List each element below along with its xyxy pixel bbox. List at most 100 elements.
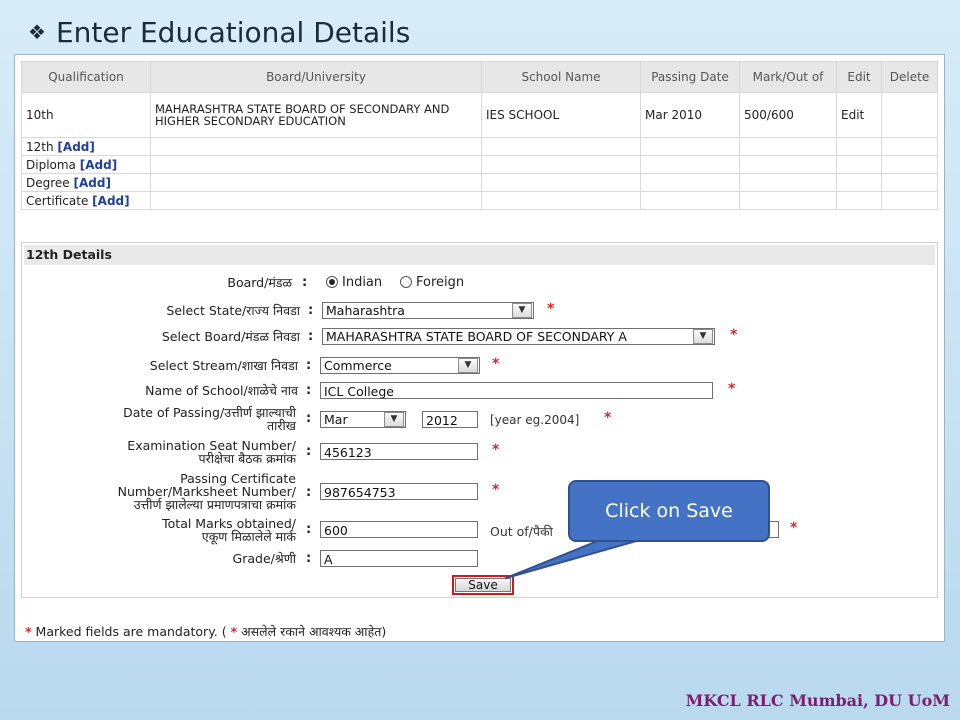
save-highlight: Save	[452, 575, 514, 595]
row-label: Degree	[26, 175, 70, 190]
slide-title: ❖ Enter Educational Details	[28, 14, 410, 50]
cell-board: MAHARASHTRA STATE BOARD OF SECONDARY AND…	[150, 92, 482, 138]
col-header-qualification: Qualification	[21, 61, 151, 93]
grade-input[interactable]: A	[320, 550, 478, 567]
col-header-school: School Name	[481, 61, 641, 93]
12th-details-panel: 12th Details Board/मंडळ : Indian Foreign…	[21, 242, 938, 598]
colon: :	[306, 485, 312, 500]
colon: :	[306, 522, 312, 537]
click-on-save-callout: Click on Save	[568, 480, 770, 542]
stream-label: Select Stream/शाखा निवडा	[149, 358, 298, 373]
colon: :	[306, 358, 312, 373]
radio-foreign-label: Foreign	[416, 275, 465, 290]
board-select-value: MAHARASHTRA STATE BOARD OF SECONDARY A	[326, 329, 627, 344]
qualification-table: Qualification Board/University School Na…	[21, 61, 938, 210]
required-star: *	[230, 624, 238, 639]
cell-school: IES SCHOOL	[481, 92, 641, 138]
cert-label-line3: उत्तीर्ण झालेल्या प्रमाणपत्राचा क्रमांक	[133, 497, 296, 512]
add-diploma-link[interactable]: [Add]	[80, 158, 117, 172]
row-label: 12th	[26, 139, 54, 154]
diamond-bullet-icon: ❖	[28, 20, 46, 44]
out-of-label: Out of/पैकी	[490, 524, 553, 539]
colon: :	[306, 551, 312, 566]
mandatory-note-post: असलेले रकाने आवश्यक आहेत)	[241, 624, 387, 639]
required-star: *	[728, 381, 736, 397]
table-header-row: Qualification Board/University School Na…	[21, 61, 938, 93]
table-row: 10th MAHARASHTRA STATE BOARD OF SECONDAR…	[21, 92, 938, 138]
required-star: *	[492, 482, 500, 498]
grade-label: Grade/श्रेणी	[232, 551, 296, 566]
required-star: *	[604, 410, 612, 426]
mandatory-note-pre: Marked fields are mandatory. (	[35, 624, 227, 639]
col-header-delete: Delete	[881, 61, 938, 93]
total-marks-input[interactable]: 600	[320, 521, 478, 538]
col-header-passing-date: Passing Date	[640, 61, 740, 93]
colon: :	[308, 303, 314, 318]
radio-foreign[interactable]	[400, 276, 412, 288]
certificate-number-input[interactable]: 987654753	[320, 483, 478, 500]
chevron-down-icon: ▼	[693, 329, 713, 344]
radio-indian-label: Indian	[342, 275, 383, 290]
school-name-input[interactable]: ICL College	[320, 382, 713, 399]
state-value: Maharashtra	[326, 303, 405, 318]
row-label: Diploma	[26, 157, 76, 172]
table-row: Certificate [Add]	[21, 191, 938, 210]
add-degree-link[interactable]: [Add]	[74, 176, 111, 190]
required-star: *	[25, 624, 32, 639]
table-row: 12th [Add]	[21, 137, 938, 156]
table-row: Diploma [Add]	[21, 155, 938, 174]
screenshot-panel: Qualification Board/University School Na…	[14, 54, 945, 642]
table-row: Degree [Add]	[21, 173, 938, 192]
cell-delete	[881, 92, 938, 138]
cell-qualification: Degree [Add]	[21, 173, 151, 192]
month-value: Mar	[324, 412, 348, 427]
col-header-board: Board/University	[150, 61, 482, 93]
colon: :	[302, 275, 308, 290]
date-label-line1: Date of Passing/उत्तीर्ण झाल्याची	[123, 405, 296, 420]
add-certificate-link[interactable]: [Add]	[92, 194, 129, 208]
seat-label-line2: परीक्षेचा बैठक क्रमांक	[198, 451, 296, 466]
colon: :	[306, 444, 312, 459]
board-select[interactable]: MAHARASHTRA STATE BOARD OF SECONDARY A ▼	[322, 328, 715, 345]
details-heading: 12th Details	[24, 245, 935, 265]
colon: :	[308, 329, 314, 344]
chevron-down-icon: ▼	[512, 303, 532, 318]
chevron-down-icon: ▼	[384, 412, 404, 427]
colon: :	[306, 383, 312, 398]
state-select[interactable]: Maharashtra ▼	[322, 302, 534, 319]
mandatory-note: * Marked fields are mandatory. ( * असलेल…	[25, 623, 386, 640]
stream-value: Commerce	[324, 358, 392, 373]
colon: :	[306, 411, 312, 426]
date-label-line2: तारीख	[267, 418, 296, 433]
cell-qualification: 10th	[21, 92, 151, 138]
required-star: *	[492, 442, 500, 458]
month-select[interactable]: Mar ▼	[320, 411, 406, 428]
required-star: *	[547, 301, 555, 317]
col-header-marks: Mark/Out of	[739, 61, 837, 93]
year-hint: [year eg.2004]	[490, 413, 580, 427]
stream-select[interactable]: Commerce ▼	[320, 357, 480, 374]
board-label: Board/मंडळ	[227, 275, 292, 290]
cell-marks: 500/600	[739, 92, 837, 138]
radio-indian[interactable]	[326, 276, 338, 288]
required-star: *	[492, 356, 500, 372]
required-star: *	[730, 327, 738, 343]
add-12th-link[interactable]: [Add]	[57, 140, 94, 154]
state-label: Select State/राज्य निवडा	[166, 303, 300, 318]
footer-credit: MKCL RLC Mumbai, DU UoM	[685, 691, 950, 710]
cell-qualification: Diploma [Add]	[21, 155, 151, 174]
seat-number-input[interactable]: 456123	[320, 443, 478, 460]
school-label: Name of School/शाळेचे नाव	[145, 383, 298, 398]
row-label: Certificate	[26, 193, 89, 208]
col-header-edit: Edit	[836, 61, 882, 93]
edit-link[interactable]: Edit	[836, 92, 882, 138]
required-star: *	[790, 520, 798, 536]
save-button[interactable]: Save	[455, 578, 511, 592]
board-select-label: Select Board/मंडळ निवडा	[161, 329, 300, 344]
chevron-down-icon: ▼	[458, 358, 478, 373]
cell-qualification: 12th [Add]	[21, 137, 151, 156]
year-input[interactable]: 2012	[422, 411, 478, 428]
slide-title-text: Enter Educational Details	[55, 15, 411, 49]
cell-qualification: Certificate [Add]	[21, 191, 151, 210]
cell-passing-date: Mar 2010	[640, 92, 740, 138]
